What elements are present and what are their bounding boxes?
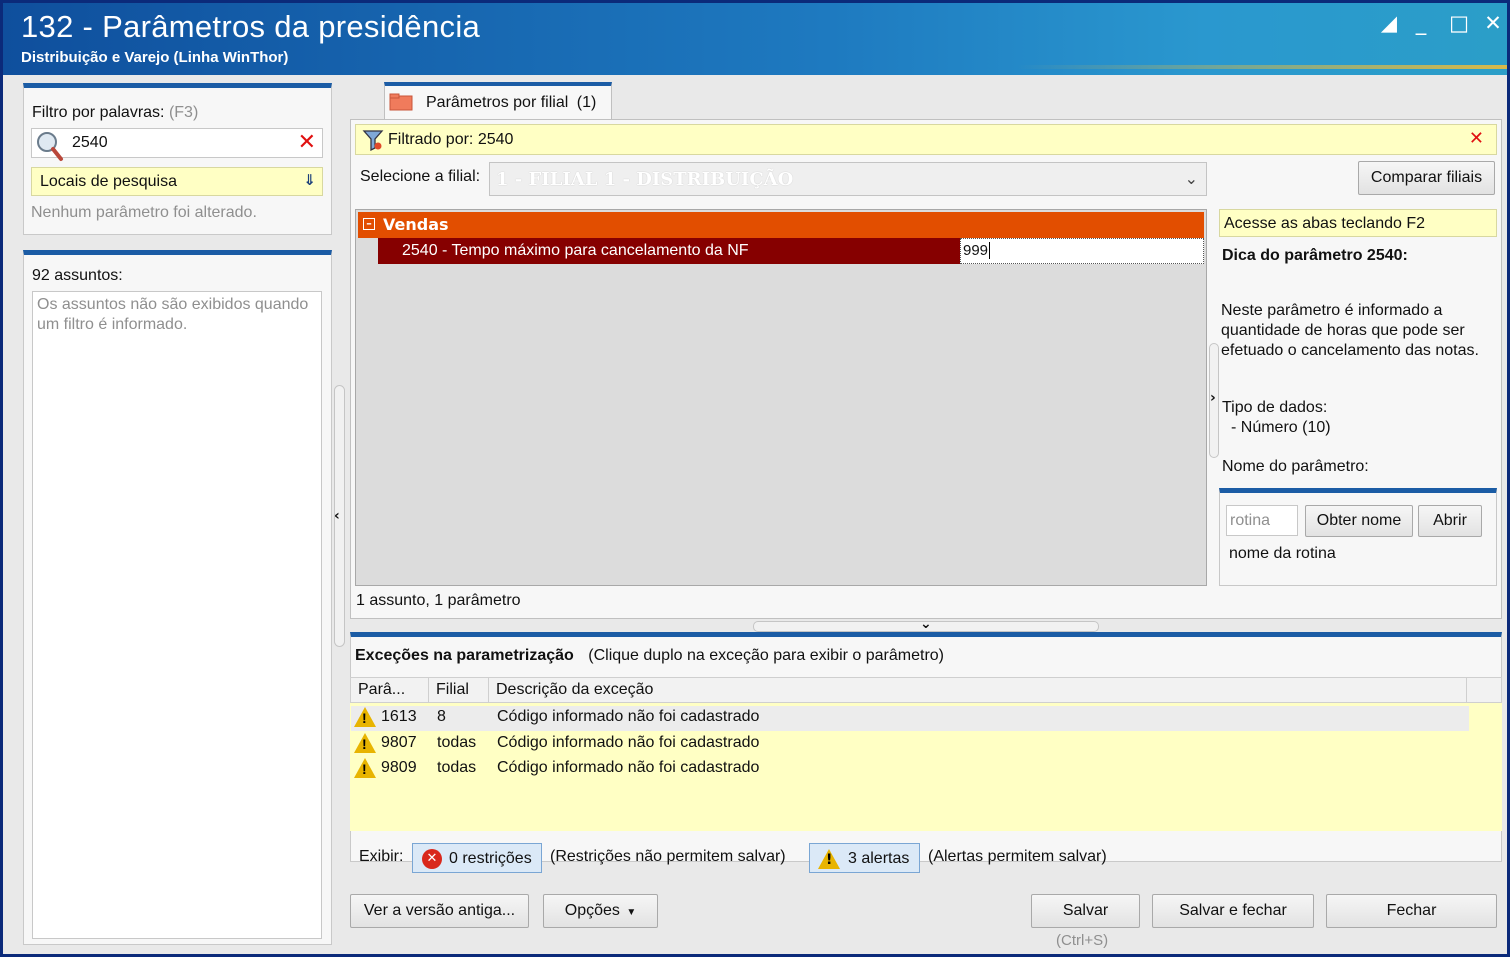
exceptions-title: Exceções na parametrização (355, 647, 574, 664)
routine-input[interactable]: rotina (1226, 505, 1298, 536)
routine-placeholder: rotina (1230, 512, 1271, 529)
filter-input[interactable]: 2540 ✕ (31, 128, 323, 161)
data-type-value: - Número (10) (1231, 419, 1331, 436)
alerts-button[interactable]: 3 alertas (809, 843, 920, 873)
tabs-hint: Acesse as abas teclando F2 (1219, 209, 1497, 237)
parameter-row-2540[interactable]: 2540 - Tempo máximo para cancelamento da… (378, 238, 960, 264)
filter-bar: Filtrado por: 2540 ✕ (355, 124, 1497, 155)
restrictions-button[interactable]: ✕ 0 restrições (412, 843, 542, 873)
exceptions-hint: (Clique duplo na exceção para exibir o p… (588, 647, 944, 664)
filter-bar-text: Filtrado por: 2540 (388, 131, 514, 148)
grid-status: 1 assunto, 1 parâmetro (356, 592, 521, 609)
window-title: 132 - Parâmetros da presidência (21, 9, 481, 44)
exception-row[interactable]: 9809 todas Código informado não foi cada… (351, 757, 1469, 782)
text-cursor: ​ (989, 242, 991, 259)
title-bar: 132 - Parâmetros da presidência Distribu… (3, 3, 1507, 75)
subjects-list[interactable]: Os assuntos não são exibidos quando um f… (32, 291, 322, 939)
chevron-double-down-icon: ⇓ (303, 171, 316, 189)
chevron-down-small-icon: ⌄ (920, 616, 932, 632)
filter-panel: Filtro por palavras: (F3) 2540 ✕ Locais … (23, 83, 332, 235)
search-locations-dropdown[interactable]: Locais de pesquisa ⇓ (31, 167, 323, 196)
routine-name: nome da rotina (1229, 545, 1336, 562)
funnel-icon (362, 130, 384, 151)
show-label: Exibir: (359, 848, 404, 865)
save-close-button[interactable]: Salvar e fechar (1152, 894, 1314, 928)
subjects-count: 92 assuntos: (32, 267, 123, 284)
folder-icon (389, 93, 413, 111)
param-name-label: Nome do parâmetro: (1222, 458, 1369, 475)
subjects-panel: 92 assuntos: Os assuntos não são exibido… (23, 250, 332, 945)
alerts-note: (Alertas permitem salvar) (928, 848, 1107, 865)
warning-icon (354, 733, 376, 753)
clear-filter-icon[interactable]: ✕ (298, 130, 316, 155)
collapse-icon[interactable]: – (363, 218, 375, 230)
exception-row[interactable]: 9807 todas Código informado não foi cada… (351, 732, 1469, 757)
warning-icon (818, 849, 840, 869)
tip-body: Neste parâmetro é informado a quantidade… (1221, 302, 1479, 359)
chevron-right-icon: › (1210, 390, 1216, 406)
branch-value: 1 - FILIAL 1 - DISTRIBUIÇÃO (496, 169, 794, 190)
parameter-label: 2540 - Tempo máximo para cancelamento da… (402, 242, 749, 259)
parameter-grid: – Vendas 2540 - Tempo máximo para cancel… (355, 209, 1207, 586)
save-shortcut: (Ctrl+S) (1056, 932, 1109, 949)
clear-filter-bar-icon[interactable]: ✕ (1469, 128, 1484, 149)
tab-parameters-by-branch[interactable]: Parâmetros por filial (1) (384, 82, 612, 120)
restore-icon[interactable]: ◢ (1373, 11, 1405, 35)
filter-shortcut: (F3) (168, 104, 199, 121)
tab-count: (1) (576, 94, 597, 111)
close-button[interactable]: Fechar (1326, 894, 1497, 928)
get-name-button[interactable]: Obter nome (1305, 505, 1413, 537)
warning-icon (354, 707, 376, 727)
chevron-down-icon: ⌄ (1184, 169, 1198, 188)
left-splitter[interactable]: ‹ (334, 385, 345, 647)
error-icon: ✕ (422, 849, 442, 869)
exceptions-header: Parâ... Filial Descrição da exceção (350, 677, 1502, 704)
subjects-note: Os assuntos não são exibidos quando um f… (37, 296, 309, 333)
chevron-left-icon: ‹ (334, 508, 340, 524)
column-branch[interactable]: Filial (429, 678, 489, 704)
parameter-value: 999 (963, 242, 989, 259)
main-window: 132 - Parâmetros da presidência Distribu… (0, 0, 1510, 957)
routine-box: rotina Obter nome Abrir nome da rotina (1219, 488, 1497, 586)
old-version-button[interactable]: Ver a versão antiga... (350, 894, 529, 928)
close-icon[interactable]: ✕ (1477, 11, 1509, 35)
search-icon (37, 132, 63, 161)
title-decoration (1017, 65, 1507, 69)
search-locations-label: Locais de pesquisa (40, 173, 177, 190)
window-subtitle: Distribuição e Varejo (Linha WinThor) (21, 49, 289, 66)
filter-label: Filtro por palavras: (32, 104, 165, 121)
save-button[interactable]: Salvar (1031, 894, 1140, 928)
open-button[interactable]: Abrir (1418, 505, 1482, 537)
maximize-icon[interactable]: □ (1443, 11, 1475, 35)
group-label: Vendas (383, 215, 449, 234)
column-description[interactable]: Descrição da exceção (489, 678, 1467, 704)
tab-label: Parâmetros por filial (426, 94, 569, 111)
parameter-value-input[interactable]: 999​ (960, 238, 1204, 264)
group-header-vendas[interactable]: – Vendas (358, 212, 1204, 238)
restrictions-note: (Restrições não permitem salvar) (550, 848, 786, 865)
warning-icon (354, 758, 376, 778)
column-param[interactable]: Parâ... (351, 678, 429, 704)
minimize-icon[interactable]: _ (1405, 11, 1437, 35)
filter-value: 2540 (72, 134, 108, 151)
caret-down-icon: ▼ (626, 907, 637, 918)
tip-title: Dica do parâmetro 2540: (1222, 247, 1408, 264)
no-change-message: Nenhum parâmetro foi alterado. (31, 204, 257, 221)
branch-select[interactable]: 1 - FILIAL 1 - DISTRIBUIÇÃO ⌄ (489, 162, 1207, 196)
data-type-label: Tipo de dados: (1222, 399, 1328, 416)
tip-splitter[interactable]: › (1209, 343, 1219, 458)
options-button[interactable]: Opções ▼ (543, 894, 658, 928)
exception-row[interactable]: 1613 8 Código informado não foi cadastra… (351, 706, 1469, 731)
branch-label: Selecione a filial: (360, 168, 481, 185)
compare-branches-button[interactable]: Comparar filiais (1358, 161, 1495, 195)
bottom-splitter[interactable]: ⌄ (753, 616, 1099, 632)
